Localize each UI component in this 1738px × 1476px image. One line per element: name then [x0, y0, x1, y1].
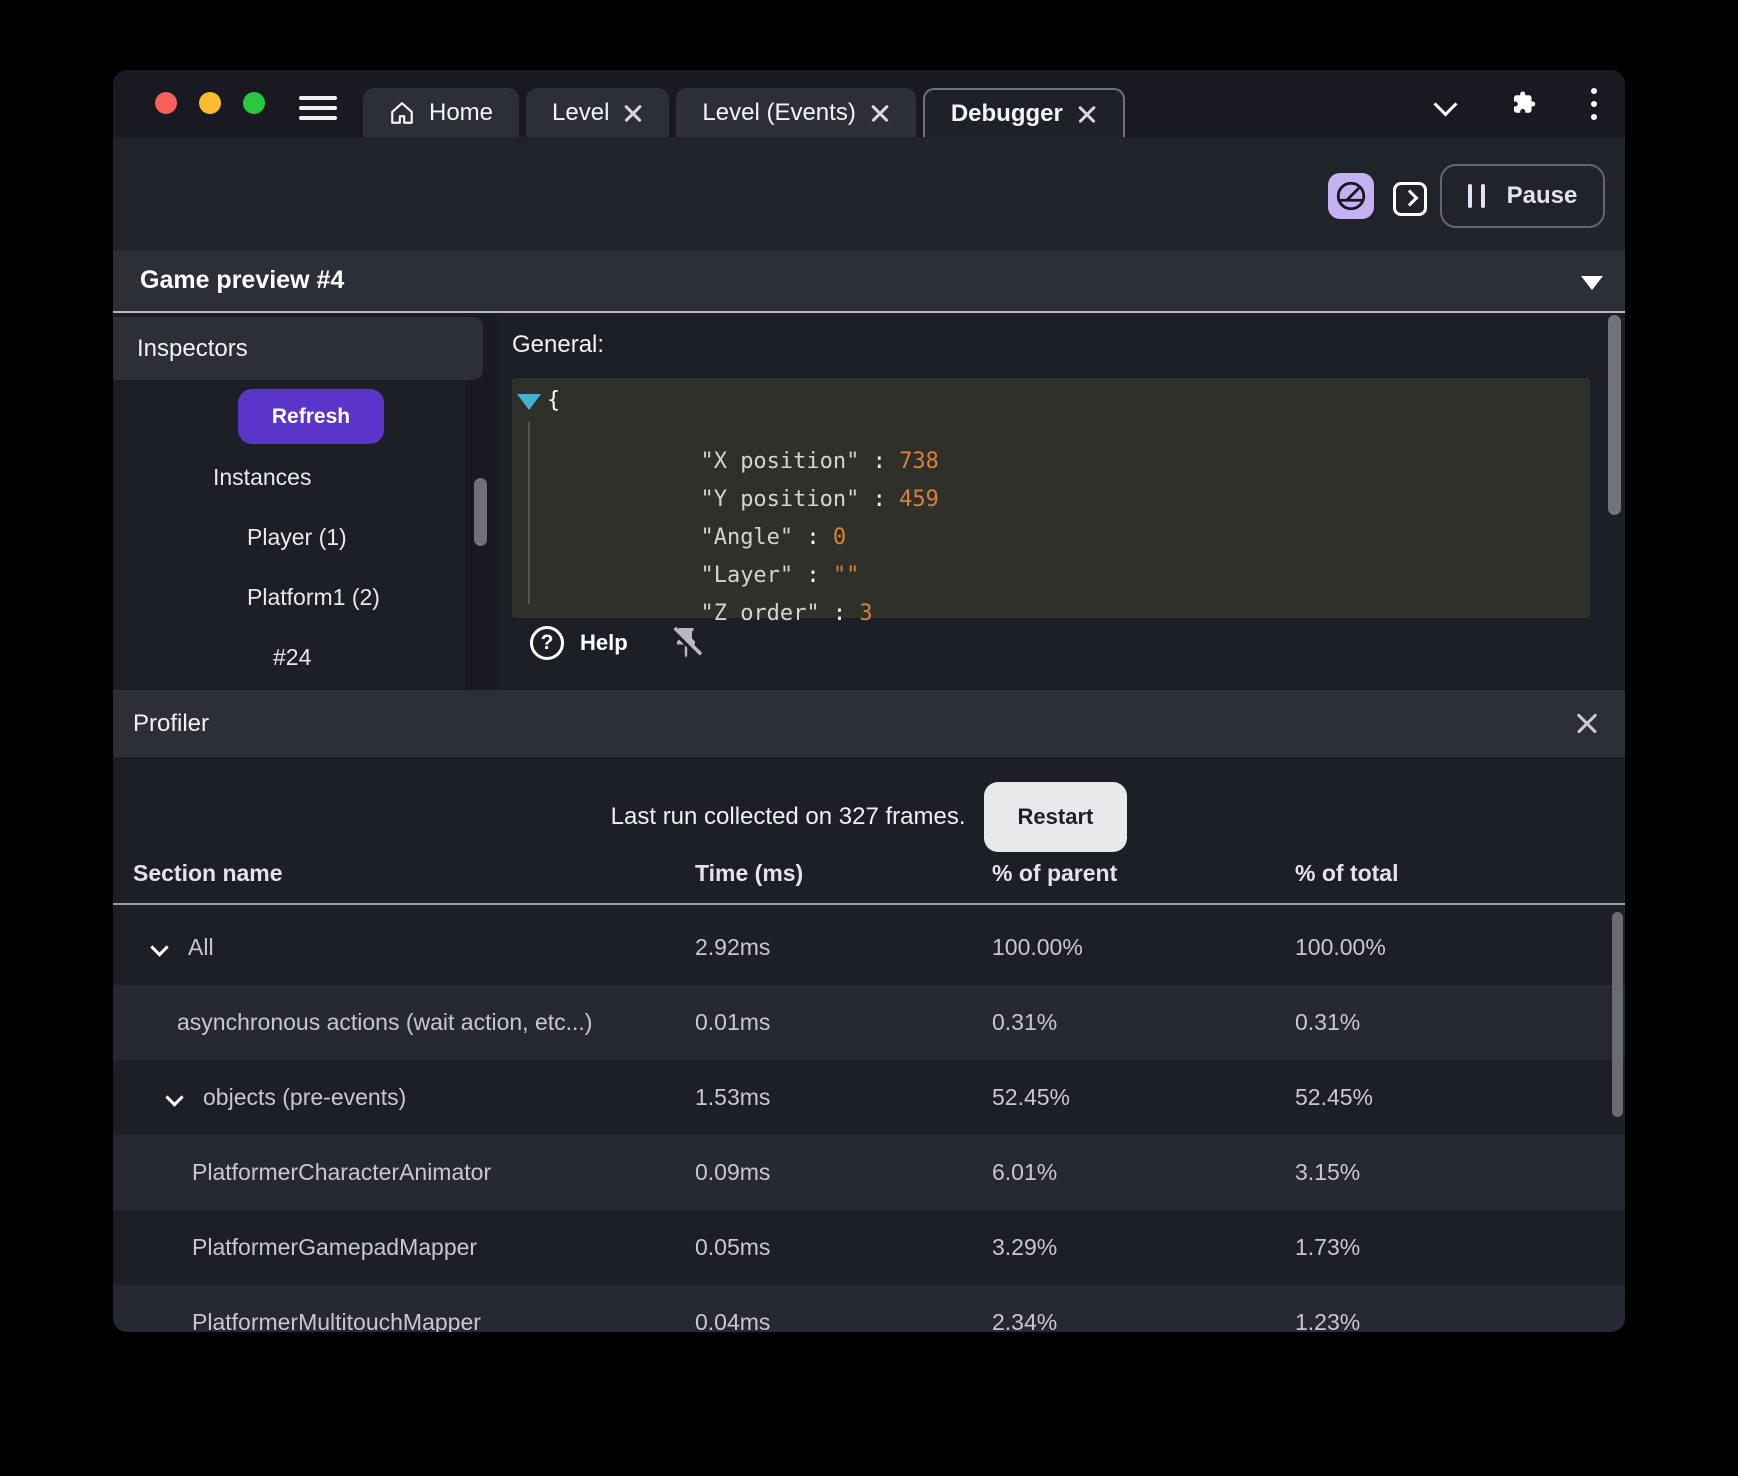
cell-percent-total: 100.00%: [1295, 934, 1386, 960]
help-row: ? Help: [530, 625, 704, 661]
open-brace: {: [547, 388, 561, 413]
table-row[interactable]: PlatformerMultitouchMapper 0.04ms 2.34% …: [113, 1285, 1625, 1332]
cell-percent-parent: 100.00%: [992, 934, 1083, 960]
screen-background: Home Level Level (Events) Debugger Pause…: [0, 0, 1738, 1476]
pause-label: Pause: [1506, 182, 1578, 209]
debugger-window: Home Level Level (Events) Debugger Pause…: [113, 70, 1625, 1332]
tab-level[interactable]: Level: [526, 88, 670, 137]
cell-percent-total: 1.73%: [1295, 1234, 1361, 1260]
close-tab-icon[interactable]: [1077, 104, 1097, 124]
tab-label: Level: [552, 98, 610, 126]
profiler-toggle-button[interactable]: [1328, 173, 1374, 219]
chevron-down-icon[interactable]: [167, 1091, 181, 1105]
inspector-content: Inspectors Refresh Instances Player (1) …: [113, 315, 1625, 690]
zoom-window-button[interactable]: [243, 92, 265, 114]
help-button[interactable]: Help: [580, 630, 628, 656]
cell-time: 0.09ms: [695, 1159, 771, 1185]
close-window-button[interactable]: [155, 92, 177, 114]
tab-debugger[interactable]: Debugger: [922, 88, 1125, 137]
general-section-title: General:: [512, 331, 605, 358]
titlebar: Home Level Level (Events) Debugger: [113, 70, 1625, 137]
cell-percent-total: 0.31%: [1295, 1009, 1361, 1035]
cell-percent-total: 52.45%: [1295, 1084, 1374, 1110]
home-icon: [391, 101, 413, 124]
inspector-item-platform1[interactable]: Platform1 (2): [247, 584, 380, 611]
tab-label: Home: [429, 98, 494, 126]
table-row[interactable]: PlatformerCharacterAnimator 0.09ms 6.01%…: [113, 1135, 1625, 1210]
more-options-kebab-icon[interactable]: [1591, 87, 1597, 120]
table-row[interactable]: asynchronous actions (wait action, etc..…: [113, 985, 1625, 1060]
profiler-title: Profiler: [133, 709, 210, 737]
console-button[interactable]: [1393, 182, 1427, 216]
inspectors-panel-header: Inspectors: [113, 317, 483, 380]
inspectors-scrollbar-thumb[interactable]: [474, 478, 487, 546]
cell-time: 1.53ms: [695, 1084, 771, 1110]
close-tab-icon[interactable]: [623, 103, 643, 123]
column-header-percent-total: % of total: [1295, 859, 1399, 886]
pin-off-icon[interactable]: [668, 625, 704, 661]
chevron-down-icon[interactable]: [1435, 93, 1457, 115]
pause-button[interactable]: Pause: [1440, 164, 1605, 228]
cell-percent-parent: 3.29%: [992, 1234, 1058, 1260]
cell-percent-parent: 2.34%: [992, 1309, 1058, 1332]
column-header-time: Time (ms): [695, 859, 804, 886]
main-menu-icon[interactable]: [299, 96, 337, 122]
profiler-panel-header: Profiler: [113, 690, 1625, 757]
cell-time: 0.01ms: [695, 1009, 771, 1035]
collapse-triangle-icon[interactable]: [1581, 276, 1603, 290]
cell-percent-parent: 6.01%: [992, 1159, 1058, 1185]
table-row[interactable]: PlatformerGamepadMapper 0.05ms 3.29% 1.7…: [113, 1210, 1625, 1285]
pause-icon: [1467, 184, 1485, 208]
profiler-scrollbar-thumb[interactable]: [1612, 912, 1623, 1117]
cell-time: 0.04ms: [695, 1309, 771, 1332]
inspector-item-instances[interactable]: Instances: [213, 464, 311, 491]
close-profiler-icon[interactable]: [1575, 711, 1599, 735]
game-preview-header[interactable]: Game preview #4: [113, 250, 1625, 313]
profiler-status-text: Last run collected on 327 frames.: [610, 803, 966, 830]
table-row[interactable]: objects (pre-events) 1.53ms 52.45% 52.45…: [113, 1060, 1625, 1135]
property-value[interactable]: 3: [859, 601, 872, 626]
help-question-icon[interactable]: ?: [530, 626, 564, 660]
gauge-icon: [1336, 181, 1366, 211]
tab-level-events[interactable]: Level (Events): [676, 88, 916, 137]
table-header-divider: [113, 903, 1625, 905]
tab-label: Debugger: [950, 99, 1063, 127]
tab-bar: Home Level Level (Events) Debugger: [363, 88, 1125, 137]
inspector-item-24[interactable]: #24: [273, 644, 311, 671]
table-row[interactable]: All 2.92ms 100.00% 100.00%: [113, 910, 1625, 985]
refresh-button[interactable]: Refresh: [238, 389, 384, 444]
column-header-percent-parent: % of parent: [992, 859, 1118, 886]
cell-percent-total: 3.15%: [1295, 1159, 1361, 1185]
properties-json-view: { "X position" : 738 "Y position" : 459 …: [512, 378, 1590, 626]
extensions-puzzle-icon[interactable]: [1509, 89, 1539, 119]
tab-label: Level (Events): [702, 98, 856, 126]
cell-time: 0.05ms: [695, 1234, 771, 1260]
game-preview-title: Game preview #4: [140, 266, 345, 294]
general-scrollbar-thumb[interactable]: [1608, 315, 1621, 515]
cell-percent-parent: 0.31%: [992, 1009, 1058, 1035]
close-tab-icon[interactable]: [870, 103, 890, 123]
minimize-window-button[interactable]: [199, 92, 221, 114]
cell-time: 2.92ms: [695, 934, 771, 960]
inspectors-title: Inspectors: [137, 334, 248, 362]
profiler-table-header: Section name Time (ms) % of parent % of …: [113, 842, 1625, 904]
tab-home[interactable]: Home: [363, 88, 520, 137]
column-header-section-name: Section name: [133, 859, 283, 886]
property-value[interactable]: 459: [899, 487, 939, 512]
titlebar-right-actions: [1435, 70, 1597, 137]
cell-percent-total: 1.23%: [1295, 1309, 1361, 1332]
tree-expander-icon[interactable]: [517, 394, 541, 410]
chevron-down-icon[interactable]: [152, 941, 166, 955]
debugger-toolbar: Pause: [113, 137, 1625, 250]
inspector-item-player[interactable]: Player (1): [247, 524, 347, 551]
tree-guide-line: [528, 422, 530, 604]
cell-percent-parent: 52.45%: [992, 1084, 1071, 1110]
